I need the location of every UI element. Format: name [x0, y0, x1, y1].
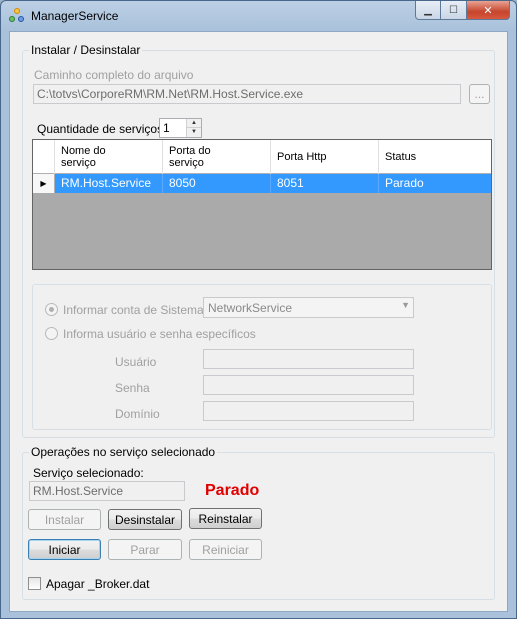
path-field[interactable]: C:\totvs\CorporeRM\RM.Net\RM.Host.Servic… [33, 84, 461, 104]
window-client-area: Instalar / Desinstalar Caminho completo … [9, 31, 508, 612]
cell-porta-http: 8051 [271, 174, 379, 193]
instalar-button[interactable]: Instalar [28, 509, 101, 530]
quantity-value: 1 [163, 121, 170, 135]
reiniciar-button[interactable]: Reiniciar [189, 539, 262, 560]
system-account-select[interactable]: NetworkService ▼ [203, 297, 414, 318]
maximize-icon: ☐ [449, 4, 458, 16]
service-status-text: Parado [205, 482, 260, 499]
usuario-label: Usuário [115, 355, 157, 369]
column-header-porta-http[interactable]: Porta Http [271, 140, 379, 174]
browse-button[interactable]: ... [469, 84, 490, 104]
system-account-radio[interactable] [45, 303, 58, 316]
operations-group-title: Operações no serviço selecionado [29, 445, 218, 459]
column-header-http-label: Porta Http [277, 151, 327, 163]
desinstalar-button-label: Desinstalar [114, 512, 176, 527]
path-label: Caminho completo do arquivo [34, 68, 194, 82]
minimize-icon: ▁ [424, 4, 432, 16]
quantity-label: Quantidade de serviços [37, 122, 164, 136]
maximize-button[interactable]: ☐ [441, 1, 467, 20]
iniciar-button-label: Iniciar [48, 542, 81, 557]
install-group-title: Instalar / Desinstalar [29, 43, 143, 57]
window-title: ManagerService [31, 9, 119, 23]
chevron-down-icon[interactable]: ▼ [187, 128, 201, 137]
cell-status: Parado [385, 176, 424, 190]
parar-button[interactable]: Parar [108, 539, 182, 560]
desinstalar-button[interactable]: Desinstalar [108, 509, 182, 530]
chevron-down-icon: ▼ [401, 300, 410, 310]
iniciar-button[interactable]: Iniciar [28, 539, 101, 560]
column-header-porta-label: Porta do serviço [169, 145, 211, 169]
parar-button-label: Parar [130, 542, 160, 557]
selected-service-field[interactable]: RM.Host.Service [29, 481, 185, 501]
close-button[interactable]: ✕ [467, 1, 510, 20]
row-selector-icon[interactable]: ▶ [33, 174, 55, 193]
instalar-button-label: Instalar [44, 512, 85, 527]
reiniciar-button-label: Reiniciar [202, 542, 249, 557]
title-bar[interactable]: ManagerService ▁ ☐ ✕ [1, 1, 516, 31]
senha-field[interactable] [203, 375, 414, 395]
senha-label: Senha [115, 381, 150, 395]
quantity-stepper[interactable]: 1 ▲ ▼ [159, 118, 202, 138]
column-header-nome-label: Nome do serviço [61, 145, 106, 169]
cell-porta: 8050 [163, 174, 271, 193]
minimize-button[interactable]: ▁ [415, 1, 441, 20]
browse-button-label: ... [474, 87, 485, 101]
column-header-status[interactable]: Status [379, 140, 491, 174]
user-account-radio[interactable] [45, 327, 58, 340]
cell-nome: RM.Host.Service [55, 174, 163, 193]
table-row[interactable]: RM.Host.Service 8050 8051 Parado [33, 174, 491, 193]
stepper-arrows: ▲ ▼ [186, 119, 201, 137]
close-icon: ✕ [483, 3, 493, 17]
caption-buttons: ▁ ☐ ✕ [415, 1, 510, 20]
system-account-value: NetworkService [208, 301, 293, 315]
manager-service-window: ManagerService ▁ ☐ ✕ Instalar / Desinsta… [0, 0, 517, 619]
app-icon [9, 8, 25, 24]
system-account-label: Informar conta de Sistema [63, 303, 204, 317]
account-group: Informar conta de Sistema NetworkService… [32, 284, 492, 430]
column-header-porta[interactable]: Porta do serviço [163, 140, 271, 174]
grid-header: Nome do serviço Porta do serviço Porta H… [33, 140, 491, 174]
chevron-up-icon[interactable]: ▲ [187, 119, 201, 128]
usuario-field[interactable] [203, 349, 414, 369]
column-header-nome[interactable]: Nome do serviço [55, 140, 163, 174]
dominio-label: Domínio [115, 407, 160, 421]
delete-broker-label: Apagar _Broker.dat [46, 577, 150, 591]
row-header-corner [33, 140, 55, 174]
reinstalar-button[interactable]: Reinstalar [189, 508, 262, 529]
user-account-label: Informa usuário e senha específicos [63, 327, 256, 341]
column-header-status-label: Status [385, 151, 417, 163]
delete-broker-checkbox[interactable] [28, 577, 41, 590]
reinstalar-button-label: Reinstalar [198, 511, 253, 526]
operations-group: Operações no serviço selecionado Serviço… [22, 445, 495, 600]
dominio-field[interactable] [203, 401, 414, 421]
services-grid: Nome do serviço Porta do serviço Porta H… [32, 139, 492, 270]
selected-service-label: Serviço selecionado: [33, 466, 144, 480]
